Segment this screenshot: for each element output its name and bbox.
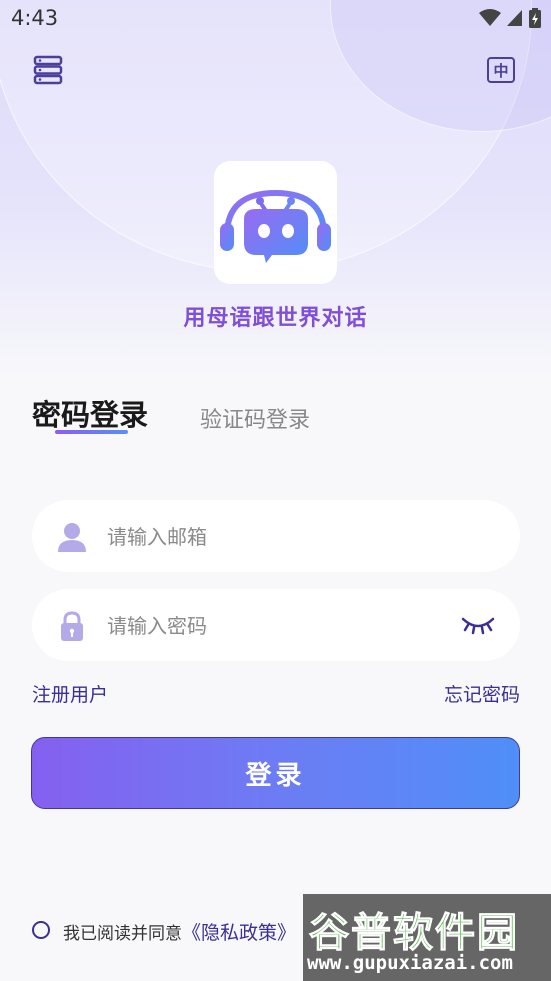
language-switch-button[interactable]: 中 bbox=[487, 57, 515, 83]
forgot-password-link[interactable]: 忘记密码 bbox=[444, 680, 520, 707]
agreement-prefix: 我已阅读并同意 bbox=[63, 924, 182, 944]
signal-icon bbox=[507, 10, 522, 26]
watermark-name: 谷普软件园 bbox=[309, 910, 519, 957]
password-field-container bbox=[32, 589, 520, 663]
watermark-url: www.gupuxiazai.com bbox=[307, 952, 513, 974]
register-link[interactable]: 注册用户 bbox=[32, 680, 108, 707]
tab-code-login[interactable]: 验证码登录 bbox=[200, 402, 310, 434]
login-button[interactable]: 登录 bbox=[31, 737, 520, 809]
status-icons bbox=[479, 8, 541, 28]
active-tab-indicator bbox=[55, 430, 128, 434]
app-slogan: 用母语跟世界对话 bbox=[183, 306, 368, 331]
server-list-icon[interactable] bbox=[33, 54, 65, 86]
email-input[interactable] bbox=[105, 500, 439, 574]
battery-icon bbox=[529, 8, 541, 28]
status-bar: 4:43 bbox=[0, 0, 551, 38]
agreement-text: 我已阅读并同意《隐私政策》 bbox=[63, 918, 296, 945]
user-icon bbox=[58, 523, 86, 552]
status-time: 4:43 bbox=[11, 6, 59, 30]
privacy-policy-link[interactable]: 《隐私政策》 bbox=[182, 922, 296, 944]
tab-password-login[interactable]: 密码登录 bbox=[32, 392, 148, 434]
eye-closed-icon[interactable] bbox=[460, 613, 496, 635]
app-logo bbox=[214, 161, 337, 284]
agreement-checkbox[interactable] bbox=[32, 921, 50, 939]
watermark: 谷普软件园 www.gupuxiazai.com bbox=[303, 894, 551, 981]
email-field-container bbox=[32, 500, 520, 574]
wifi-icon bbox=[479, 9, 501, 26]
robot-headset-icon bbox=[220, 189, 331, 263]
password-input[interactable] bbox=[105, 589, 439, 663]
lock-icon bbox=[61, 611, 83, 641]
